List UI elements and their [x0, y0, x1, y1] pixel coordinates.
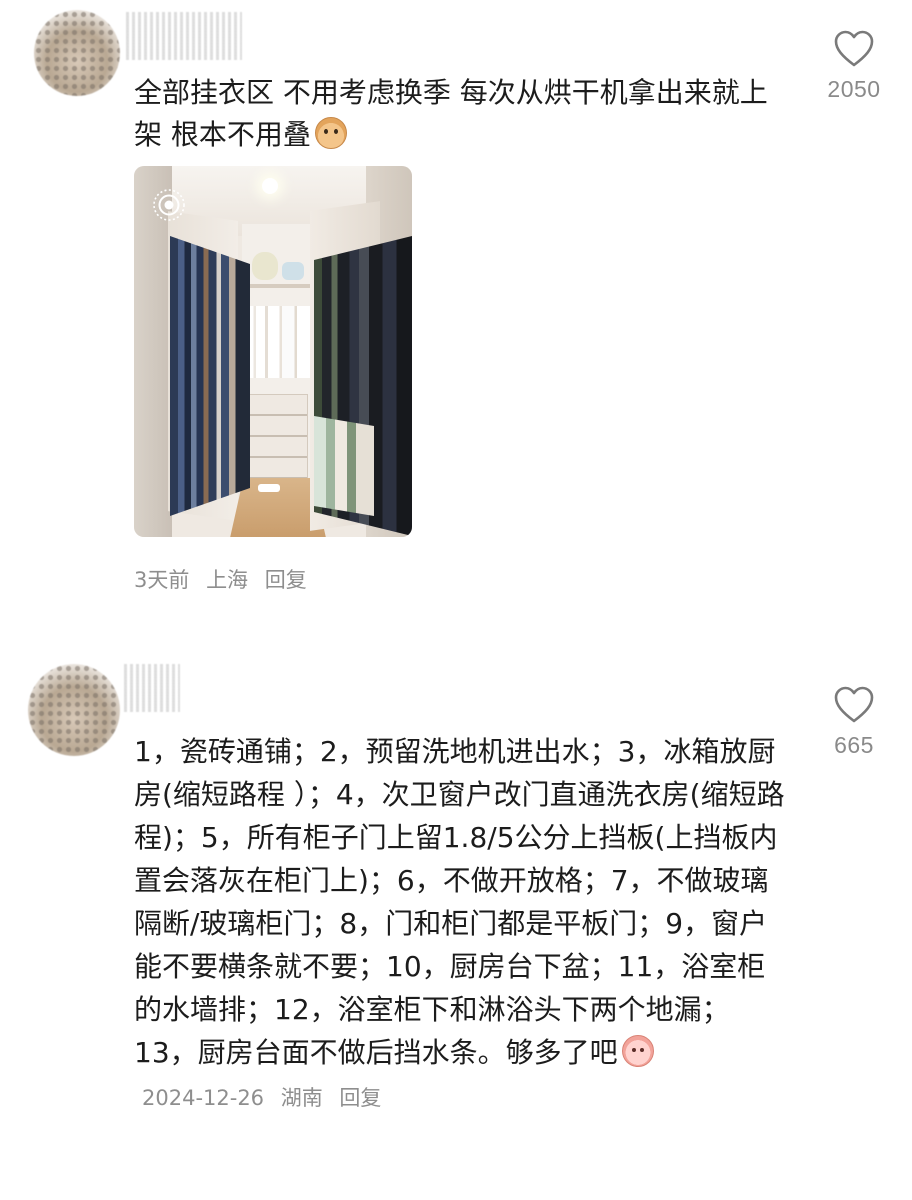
avatar[interactable]	[28, 664, 120, 756]
walk-in-closet-photo[interactable]	[134, 166, 412, 537]
like-button[interactable]: 665	[814, 686, 894, 759]
avatar[interactable]	[34, 10, 120, 96]
comment-text: 全部挂衣区 不用考虑换季 每次从烘干机拿出来就上架 根本不用叠	[134, 72, 784, 156]
username-blurred[interactable]	[126, 12, 242, 60]
reply-button[interactable]: 回复	[265, 568, 307, 592]
comment-location: 上海	[206, 568, 249, 592]
reply-button[interactable]: 回复	[339, 1086, 381, 1110]
comment-location: 湖南	[280, 1086, 323, 1110]
live-photo-icon[interactable]	[152, 188, 186, 222]
comment-meta: 3天前 上海 回复	[134, 564, 317, 594]
comment-time: 3天前	[134, 568, 190, 592]
heart-outline-icon[interactable]	[834, 30, 874, 68]
comment-text-content: 1，瓷砖通铺；2，预留洗地机进出水；3，冰箱放厨房(缩短路程 ）；4，次卫窗户改…	[134, 735, 785, 1069]
like-count: 2050	[827, 76, 881, 102]
comment-1: 2050 全部挂衣区 不用考虑换季 每次从烘干机拿出来就上架 根本不用叠 3天前…	[0, 0, 912, 620]
peach-face-emoji	[621, 1035, 654, 1067]
like-button[interactable]: 2050	[814, 30, 894, 103]
username-blurred[interactable]	[124, 664, 180, 712]
comment-meta: 2024-12-26 湖南 回复	[142, 1086, 391, 1110]
comment-2: 665 1，瓷砖通铺；2，预留洗地机进出水；3，冰箱放厨房(缩短路程 ）；4，次…	[0, 620, 912, 1200]
comment-time: 2024-12-26	[142, 1086, 265, 1110]
like-count: 665	[834, 732, 874, 758]
comment-text-content: 全部挂衣区 不用考虑换季 每次从烘干机拿出来就上架 根本不用叠	[134, 76, 768, 151]
heart-outline-icon[interactable]	[834, 686, 874, 724]
dog-face-emoji	[314, 117, 347, 149]
comment-text: 1，瓷砖通铺；2，预留洗地机进出水；3，冰箱放厨房(缩短路程 ）；4，次卫窗户改…	[134, 730, 789, 1120]
